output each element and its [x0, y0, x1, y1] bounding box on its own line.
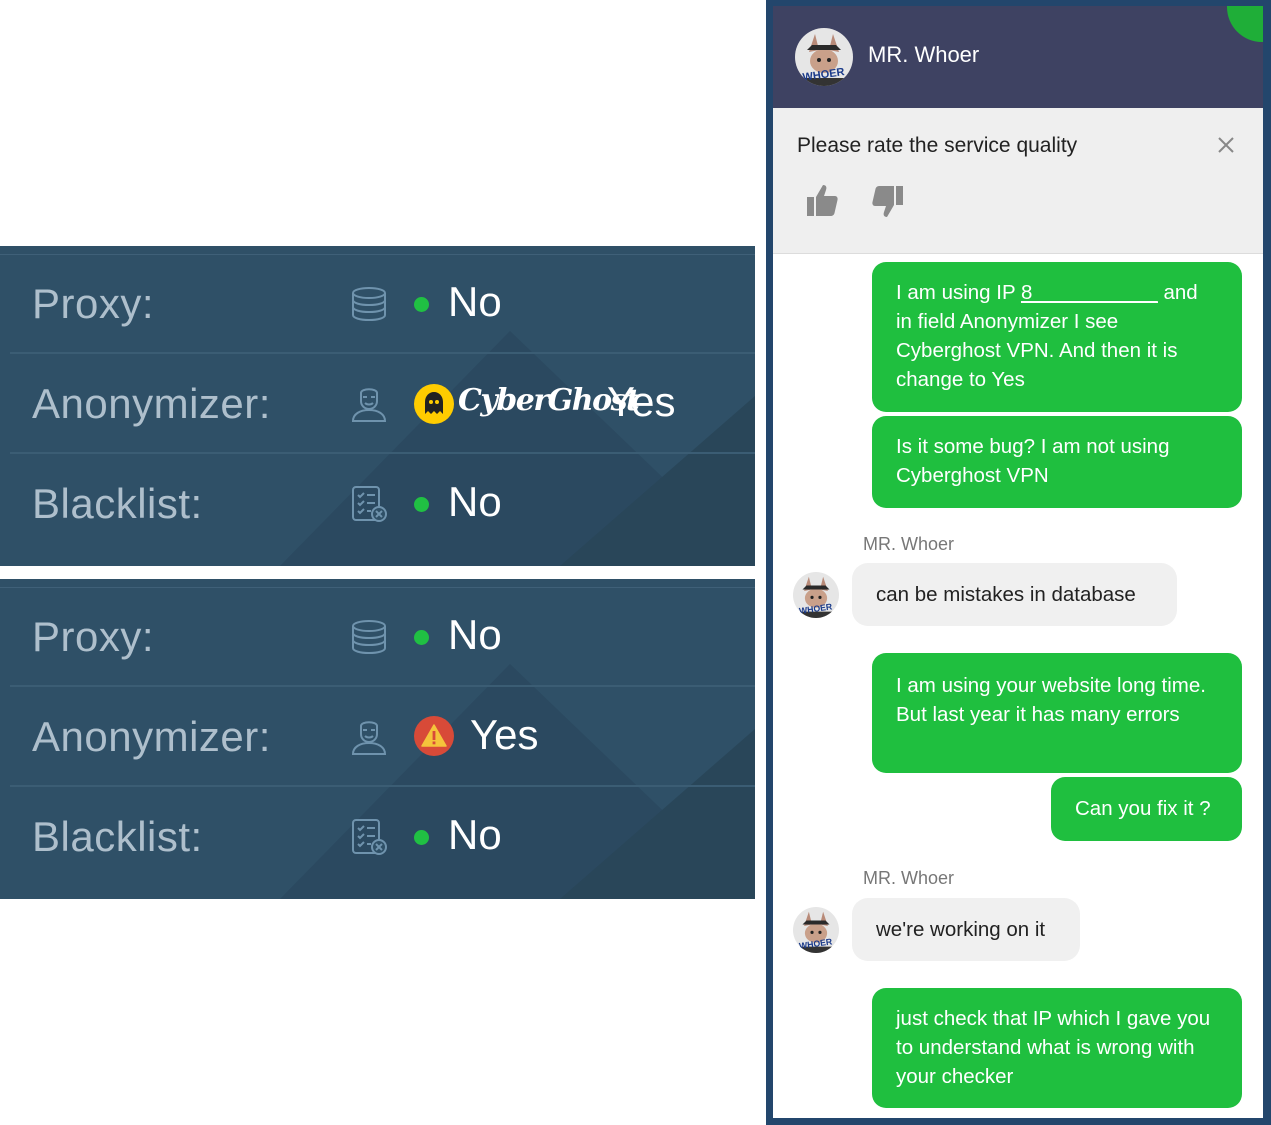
status-dot-green — [414, 497, 429, 512]
agent-name: MR. Whoer — [868, 42, 980, 67]
rating-panel: Please rate the service quality — [773, 108, 1263, 254]
message-text: Can you fix it ? — [1075, 797, 1211, 820]
message-incoming: we're working on it — [852, 898, 1080, 961]
checklist-icon — [350, 818, 388, 856]
anonymizer-label: Anonymizer: — [32, 380, 271, 427]
blacklist-value: No — [448, 811, 502, 858]
anonymizer-value: Yes — [607, 378, 676, 425]
checker-panel-cyberghost: Proxy: No Anonymizer: CyberGhost Yes Bla… — [0, 246, 755, 566]
anonymizer-value: Yes — [470, 711, 539, 758]
blacklist-label: Blacklist: — [32, 480, 203, 527]
message-outgoing: Is it some bug? I am not using Cyberghos… — [872, 416, 1242, 508]
message-outgoing: Can you fix it ? — [1051, 777, 1242, 841]
message-incoming: can be mistakes in database — [852, 563, 1177, 626]
proxy-row: Proxy: No — [10, 587, 755, 687]
database-icon — [350, 618, 388, 656]
anonymous-user-icon — [350, 385, 388, 423]
proxy-value: No — [448, 278, 502, 325]
blacklist-value: No — [448, 478, 502, 525]
status-dot-green — [414, 630, 429, 645]
proxy-row: Proxy: No — [10, 254, 755, 354]
blacklist-label: Blacklist: — [32, 813, 203, 860]
ip-address: 8___________ — [1020, 281, 1158, 304]
sender-name: MR. Whoer — [863, 534, 955, 554]
message-outgoing: I am using IP 8___________ and in field … — [872, 262, 1242, 412]
online-indicator — [1227, 6, 1263, 42]
blacklist-row: Blacklist: No — [10, 787, 755, 887]
chat-window: MR. Whoer Please rate the service qualit… — [773, 6, 1263, 1118]
database-icon — [350, 285, 388, 323]
message-outgoing: just check that IP which I gave you to u… — [872, 988, 1242, 1108]
message-outgoing: I am using your website long time. But l… — [872, 653, 1242, 773]
chat-header: MR. Whoer — [773, 6, 1263, 108]
anonymizer-row: Anonymizer: CyberGhost Yes — [10, 354, 755, 454]
message-text: I am using IP — [896, 281, 1021, 304]
agent-avatar — [795, 28, 853, 86]
thumbs-up-icon[interactable] — [805, 182, 841, 218]
sender-name: MR. Whoer — [863, 868, 955, 888]
proxy-value: No — [448, 611, 502, 658]
cyberghost-logo-icon — [414, 384, 454, 424]
message-text: just check that IP which I gave you to u… — [896, 1007, 1211, 1088]
status-dot-green — [414, 830, 429, 845]
message-text: can be mistakes in database — [876, 583, 1136, 606]
warning-icon — [414, 716, 454, 756]
checker-panel-warning: Proxy: No Anonymizer: Yes Blacklist: No — [0, 579, 755, 899]
proxy-label: Proxy: — [32, 280, 155, 327]
agent-avatar — [793, 907, 839, 953]
blacklist-row: Blacklist: No — [10, 454, 755, 554]
message-text: Is it some bug? I am not using Cyberghos… — [896, 435, 1170, 487]
close-icon[interactable] — [1213, 132, 1239, 158]
thumbs-down-icon[interactable] — [869, 184, 905, 220]
anonymizer-label: Anonymizer: — [32, 713, 271, 760]
proxy-label: Proxy: — [32, 613, 155, 660]
chat-widget: MR. Whoer Please rate the service qualit… — [766, 0, 1271, 1125]
rating-prompt: Please rate the service quality — [797, 134, 1078, 157]
agent-avatar — [793, 572, 839, 618]
message-text: we're working on it — [876, 918, 1046, 941]
message-text: I am using your website long time. But l… — [896, 674, 1206, 726]
anonymizer-row: Anonymizer: Yes — [10, 687, 755, 787]
anonymous-user-icon — [350, 718, 388, 756]
checklist-icon — [350, 485, 388, 523]
status-dot-green — [414, 297, 429, 312]
